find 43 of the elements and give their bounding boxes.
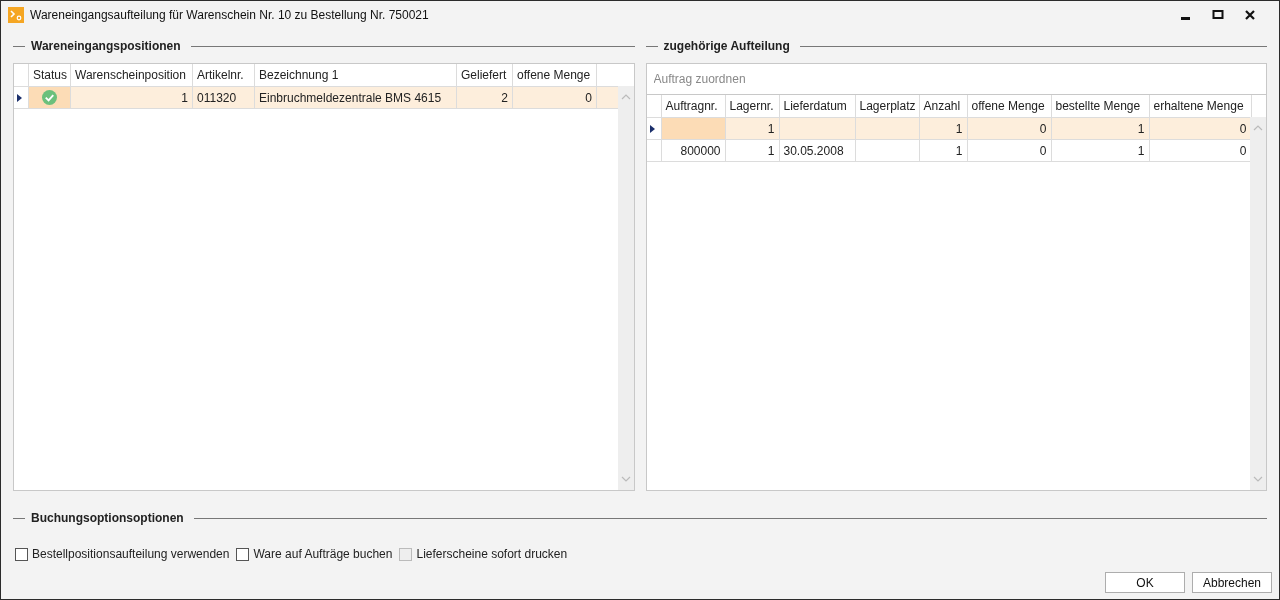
column-header[interactable]: offene Menge xyxy=(512,64,597,87)
column-header[interactable]: Geliefert xyxy=(456,64,513,87)
close-icon[interactable] xyxy=(1243,8,1257,22)
column-header[interactable]: offene Menge xyxy=(967,95,1051,118)
vertical-scrollbar[interactable] xyxy=(617,86,634,490)
table-cell: Einbruchmeldezentrale BMS 4615 xyxy=(254,86,457,109)
row-indicator[interactable] xyxy=(646,117,661,140)
column-header[interactable]: Artikelnr. xyxy=(192,64,255,87)
dialog-button[interactable]: Abbrechen xyxy=(1192,572,1272,593)
column-header[interactable]: Status xyxy=(28,64,71,87)
section-title: Buchungsoptionsoptionen xyxy=(31,511,184,525)
scroll-down-icon[interactable] xyxy=(1253,476,1263,482)
scroll-down-icon[interactable] xyxy=(620,476,631,482)
vertical-scrollbar[interactable] xyxy=(1250,117,1266,490)
current-row-icon xyxy=(649,125,656,134)
current-row-icon xyxy=(17,94,23,103)
column-header[interactable]: Lagerplatz xyxy=(855,95,919,118)
app-icon xyxy=(8,7,24,23)
window-title: Wareneingangsaufteilung für Warenschein Nr. 10 zu Bestellung Nr. 750021 xyxy=(30,8,429,22)
maximize-icon[interactable] xyxy=(1211,8,1225,22)
table-cell: 0 xyxy=(967,139,1051,162)
column-header[interactable]: erhaltene Menge xyxy=(1149,95,1251,118)
checkbox-option[interactable]: Ware auf Aufträge buchen xyxy=(236,547,393,561)
column-header[interactable]: Bezeichnung 1 xyxy=(254,64,457,87)
table-cell: 1 xyxy=(725,139,779,162)
table-cell: 30.05.2008 xyxy=(779,139,855,162)
table-cell xyxy=(855,139,919,162)
column-header[interactable]: Anzahl xyxy=(919,95,967,118)
row-indicator[interactable] xyxy=(14,86,29,109)
table-cell: 1 xyxy=(919,139,967,162)
section-title: Wareneingangspositionen xyxy=(31,39,181,53)
table-cell: 1 xyxy=(1051,139,1149,162)
column-header[interactable]: bestellte Menge xyxy=(1051,95,1149,118)
scroll-up-icon[interactable] xyxy=(620,94,631,100)
dialog-button[interactable]: OK xyxy=(1105,572,1185,593)
column-header[interactable]: Lieferdatum xyxy=(779,95,855,118)
column-header[interactable]: Warenscheinposition xyxy=(70,64,193,87)
column-header[interactable]: Auftragnr. xyxy=(661,95,725,118)
scroll-up-icon[interactable] xyxy=(1253,125,1263,131)
section-title: zugehörige Aufteilung xyxy=(663,39,790,53)
table-cell: 800000 xyxy=(661,139,725,162)
column-header[interactable]: Lagernr. xyxy=(725,95,779,118)
checkbox-option[interactable]: Bestellpositionsaufteilung verwenden xyxy=(15,547,230,561)
